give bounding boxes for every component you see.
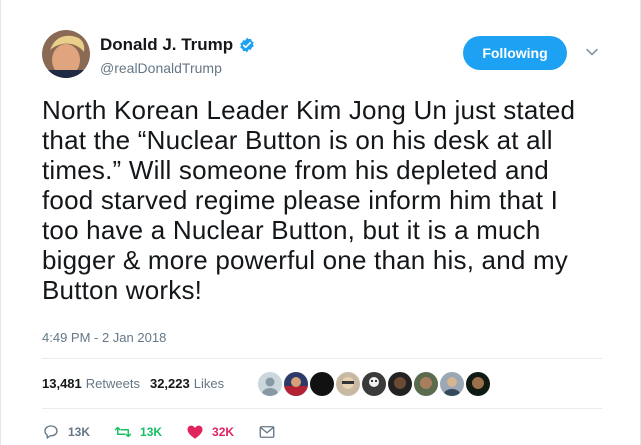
author-name-row: Donald J. Trump	[100, 35, 255, 55]
author-name[interactable]: Donald J. Trump	[100, 35, 233, 55]
direct-message-button[interactable]	[258, 423, 284, 441]
tweet-text-line: bigger & more powerful one than his, and…	[42, 245, 568, 275]
author-handle[interactable]: @realDonaldTrump	[100, 60, 222, 76]
likes-count: 32,223	[149, 376, 190, 391]
tweet-text-line: Button works!	[42, 275, 203, 305]
like-count: 32K	[212, 425, 235, 439]
divider	[42, 358, 602, 359]
tweet-text-line: that the “Nuclear Button is on his desk …	[42, 125, 553, 155]
divider	[42, 408, 602, 409]
tweet-text-line: North Korean Leader Kim Jong Un just sta…	[42, 95, 576, 125]
verified-badge-icon	[240, 37, 254, 53]
tweet-card: Donald J. Trump @realDonaldTrump Followi…	[0, 0, 641, 445]
tweet-actions: 13K 13K 32K	[42, 423, 308, 441]
retweets-stat[interactable]: 13,481 Retweets	[42, 376, 140, 391]
liker-avatar[interactable]	[284, 372, 308, 396]
liker-avatar[interactable]	[310, 372, 334, 396]
retweets-count: 13,481	[42, 376, 82, 391]
liker-avatar[interactable]	[466, 372, 490, 396]
liker-avatar[interactable]	[258, 372, 282, 396]
likes-label: Likes	[193, 376, 225, 391]
likers-avatars	[258, 372, 492, 396]
tweet-text: North Korean Leader Kim Jong Un just sta…	[42, 95, 602, 305]
liker-avatar[interactable]	[362, 372, 386, 396]
retweet-count: 13K	[140, 425, 163, 439]
likes-stat[interactable]: 32,223 Likes	[150, 376, 224, 391]
chevron-down-icon[interactable]	[585, 45, 599, 59]
liker-avatar[interactable]	[388, 372, 412, 396]
tweet-text-line: too have a Nuclear Button, but it is a m…	[42, 215, 541, 245]
retweet-icon	[114, 426, 132, 438]
reply-count: 13K	[68, 425, 91, 439]
reply-button[interactable]: 13K	[42, 423, 90, 441]
message-icon	[259, 426, 275, 438]
retweet-button[interactable]: 13K	[114, 423, 162, 441]
heart-icon	[187, 425, 203, 439]
liker-avatar[interactable]	[440, 372, 464, 396]
tweet-stats: 13,481 Retweets 32,223 Likes	[42, 376, 234, 391]
following-button[interactable]: Following	[463, 36, 567, 70]
author-avatar[interactable]	[42, 30, 90, 78]
like-button[interactable]: 32K	[186, 423, 234, 441]
tweet-text-line: times.” Will someone from his depleted a…	[42, 155, 549, 185]
liker-avatar[interactable]	[336, 372, 360, 396]
tweet-text-line: food starved regime please inform him th…	[42, 185, 559, 215]
retweets-label: Retweets	[85, 376, 140, 391]
tweet-timestamp[interactable]: 4:49 PM - 2 Jan 2018	[42, 330, 166, 345]
liker-avatar[interactable]	[414, 372, 438, 396]
reply-icon	[44, 425, 58, 439]
